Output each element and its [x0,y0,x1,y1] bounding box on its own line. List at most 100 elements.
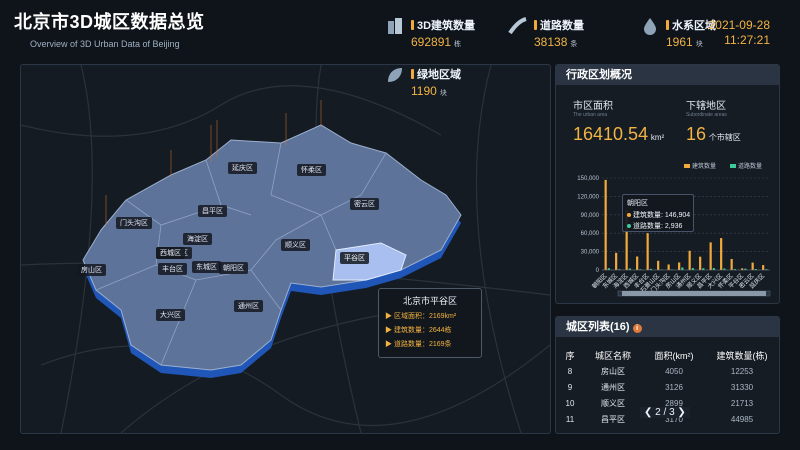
road-icon [508,17,527,35]
page-title: 北京市3D城区数据总览 [14,12,205,32]
table-pager[interactable]: ❮ 2 / 3 ❯ [640,407,690,418]
map-tooltip-area: 区域面积：2169km² [393,313,457,320]
col-index: 序 [565,350,575,361]
prev-page-icon[interactable]: ❮ [644,407,652,418]
building-icon [388,18,402,34]
table-cell: 9 [567,382,573,392]
district-list-title-text: 城区列表(16) [566,321,630,333]
district-label[interactable]: 东城区 [192,261,221,273]
urban-area-unit: km² [650,133,665,142]
district-label[interactable]: 门头沟区 [116,217,152,229]
bar [681,267,684,270]
col-area: 面积(km²) [654,350,694,361]
district-label[interactable]: 通州区 [234,300,263,312]
stat-unit: 块 [695,41,703,48]
bar [730,258,733,270]
district-label[interactable]: 西城区 [156,247,185,259]
bar [762,265,765,270]
col-buildings: 建筑数量(栋) [716,350,768,361]
district-label[interactable]: 顺义区 [281,239,310,251]
next-page-icon[interactable]: ❯ [677,407,685,418]
stat-label: 道路数量 [534,17,584,33]
map-tooltip-roads: 道路数量：2169条 [393,341,452,348]
table-cell: 44985 [730,414,754,424]
bar [636,256,639,270]
subordinate-unit: 个市辖区 [708,133,741,142]
col-name: 城区名称 [594,350,631,361]
district-label[interactable]: 大兴区 [156,309,185,321]
bar [709,242,712,270]
district-label[interactable]: 昌平区 [198,205,227,217]
stat-label: 3D建筑数量 [411,17,475,33]
district-label[interactable]: 海淀区 [183,233,212,245]
bar [720,238,723,270]
table-header: 序 城区名称 面积(km²) 建筑数量(栋) [556,347,778,363]
urban-area-value: 16410.54 [573,124,649,144]
stat-label: 绿地区域 [411,66,461,82]
y-tick-label: 90,000 [581,213,600,219]
bar [699,256,702,270]
district-label[interactable]: 丰台区 [158,263,187,275]
legend-label: 道路数量 [738,162,762,170]
stat-unit: 块 [439,90,447,97]
chart-tooltip: 朝阳区 建筑数量: 146,904 道路数量: 2,936 [622,194,694,232]
stat-value: 1961 [666,35,693,49]
district-label[interactable]: 怀柔区 [297,164,326,176]
district-label[interactable]: 朝阳区 [219,262,248,274]
map-tooltip-row: ▶ 道路数量：2169条 [385,341,452,348]
district-label[interactable]: 延庆区 [228,162,257,174]
date-display: 2021-09-28 [708,18,770,32]
table-cell: 8 [567,366,573,376]
page-indicator: 2 / 3 [655,407,675,418]
stat-water: 水系区域 1961 块 [640,17,716,49]
table-cell: 4050 [665,366,683,376]
legend-swatch [730,164,736,168]
district-label[interactable]: 平谷区 [340,252,369,264]
table-row[interactable]: 9 通州区 3126 31330 [556,379,778,395]
stat-buildings: 3D建筑数量 692891 栋 [385,17,475,49]
table-cell: 3126 [665,382,683,392]
table-cell: 10 [565,398,575,408]
urban-area: 市区面积 The urban area 16410.54 km² [573,97,664,145]
bar [667,264,670,270]
stat-value: 38138 [534,35,568,49]
bar [604,179,607,270]
bar [657,260,660,270]
stat-value: 692891 [411,35,452,49]
y-tick-label: 120,000 [577,194,599,200]
y-tick-label: 30,000 [581,250,600,256]
stat-roads: 道路数量 38138 条 [508,17,584,49]
chart-scrollbar-thumb [622,291,766,296]
map-tooltip: 北京市平谷区 ▶ 区域面积：2169km² ▶ 建筑数量：2644栋 ▶ 道路数… [378,288,482,358]
subordinate-sublabel: Subordinate areas [686,112,727,118]
district-label[interactable]: 房山区 [77,264,106,276]
chart-tooltip-roads: 道路数量: 2,936 [633,223,683,230]
subordinate-value: 16 [686,124,707,144]
chart-tooltip-buildings: 建筑数量: 146,904 [633,212,691,219]
bar [678,262,681,270]
table-cell: 通州区 [601,382,625,392]
stat-value: 1190 [411,84,437,98]
table-cell: 31330 [730,382,754,392]
bar [646,233,649,270]
legend-label: 建筑数量 [692,162,716,170]
water-drop-icon [644,18,656,35]
table-row[interactable]: 8 房山区 4050 12253 [556,363,778,379]
table-cell: 房山区 [601,366,625,376]
district-label[interactable]: 密云区 [350,198,379,210]
bar [751,262,754,270]
info-icon[interactable]: i [632,324,642,333]
district-list-title: 城区列表(16) i [556,317,779,337]
map-tooltip-title: 北京市平谷区 [402,296,457,306]
stat-green: 绿地区域 1190 块 [385,66,461,98]
leaf-icon [388,68,402,82]
stat-unit: 栋 [454,41,462,48]
map-tooltip-row: ▶ 区域面积：2169km² [385,313,457,320]
admin-panel-title: 行政区划概况 [556,65,779,85]
map-tooltip-row: ▶ 建筑数量：2644栋 [385,327,452,334]
page-subtitle: Overview of 3D Urban Data of Beijing [30,39,180,49]
chart-tooltip-title: 朝阳区 [627,200,648,207]
datetime: 2021-09-28 11:27:21 [709,18,770,48]
table-cell: 昌平区 [601,414,625,424]
table-cell: 11 [565,414,575,424]
